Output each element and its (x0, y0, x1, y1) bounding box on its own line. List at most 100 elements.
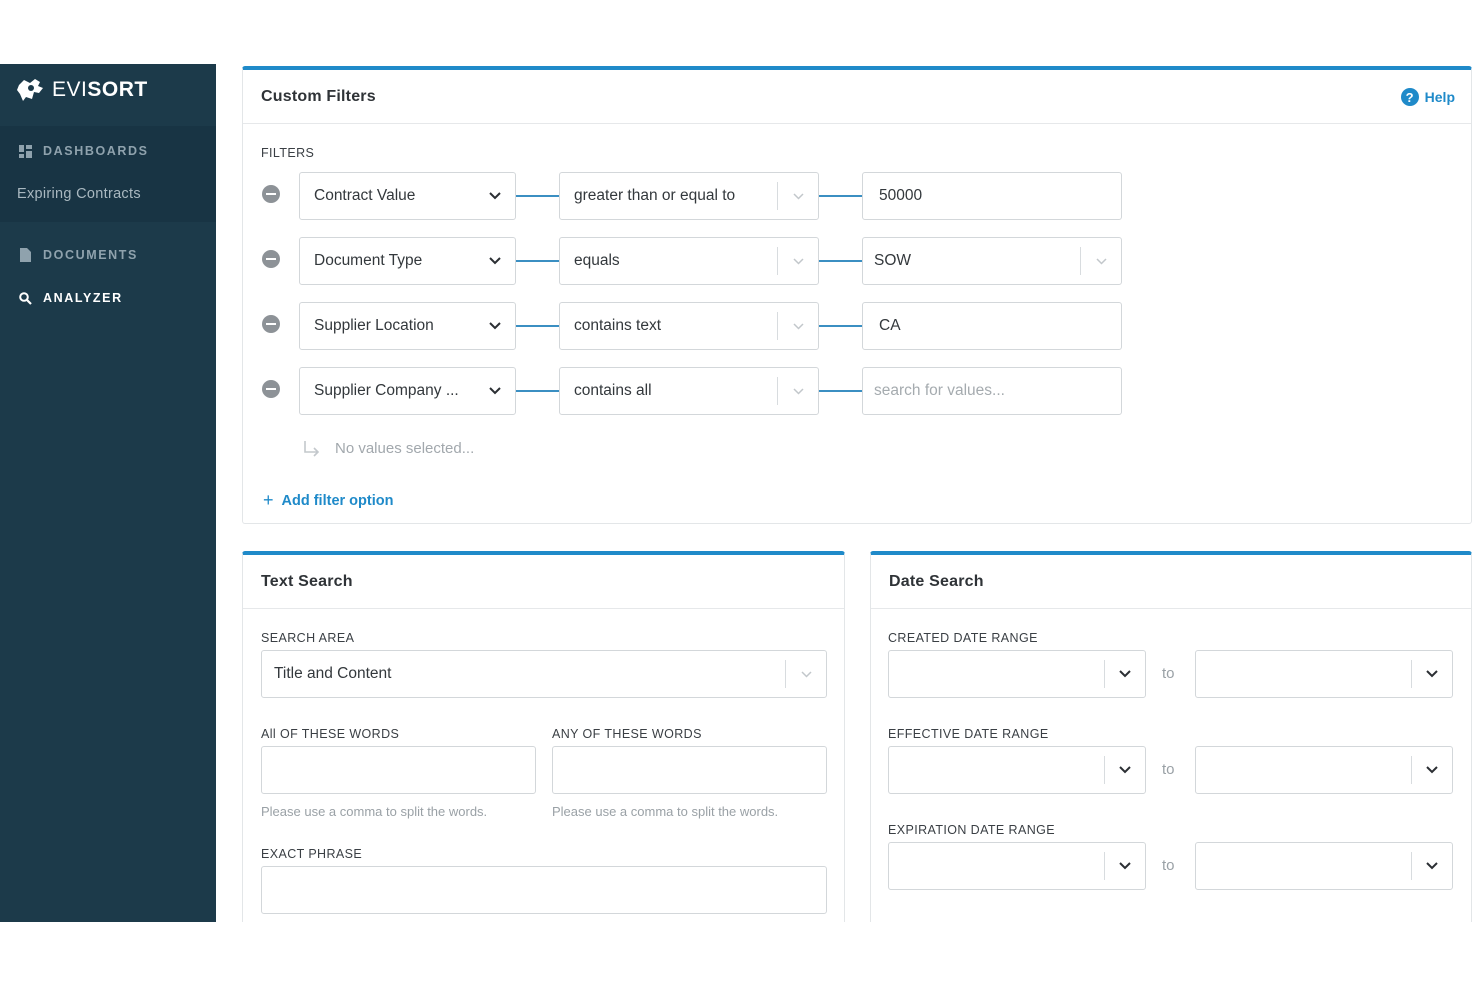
expiration-date-from-select[interactable] (888, 842, 1146, 890)
search-area-label: SEARCH AREA (261, 631, 355, 645)
document-icon (18, 248, 32, 262)
filter-operator-value: contains all (574, 382, 652, 399)
sidebar-item-expiring-contracts[interactable]: Expiring Contracts (17, 186, 141, 202)
filter-field-value: Contract Value (314, 187, 416, 204)
subdirectory-arrow-icon (303, 440, 321, 463)
help-icon: ? (1400, 88, 1419, 106)
any-words-input[interactable] (552, 746, 827, 794)
main-content: Custom Filters ? Help FILTERS Contract V… (216, 64, 1480, 922)
chevron-down-icon (475, 368, 515, 414)
text-search-title: Text Search (243, 555, 844, 609)
filter-value-text: CA (879, 317, 901, 334)
filter-connector (516, 260, 559, 262)
created-date-to-select[interactable] (1195, 650, 1453, 698)
search-icon (18, 291, 32, 305)
exact-phrase-input[interactable] (261, 866, 827, 914)
filter-field-value: Supplier Location (314, 317, 434, 334)
filter-value-select[interactable]: SOW (862, 237, 1122, 285)
filter-field-value: Document Type (314, 252, 423, 269)
filter-value-search-input[interactable]: search for values... (862, 367, 1122, 415)
filter-operator-value: contains text (574, 317, 662, 334)
filters-label: FILTERS (261, 146, 315, 160)
chevron-down-icon (475, 303, 515, 349)
all-words-hint: Please use a comma to split the words. (261, 804, 488, 819)
remove-filter-icon[interactable] (262, 250, 280, 268)
filter-value-input[interactable]: 50000 (862, 172, 1122, 220)
custom-filters-panel: Custom Filters ? Help FILTERS Contract V… (242, 66, 1472, 524)
chevron-down-icon (475, 173, 515, 219)
remove-filter-icon[interactable] (262, 185, 280, 203)
app-window: EVI SORT DASHBOARDS Expiring Contracts DO… (0, 64, 1480, 922)
filter-connector (819, 195, 862, 197)
filter-value-input[interactable]: CA (862, 302, 1122, 350)
help-link[interactable]: ? Help (1400, 88, 1455, 106)
dashboard-icon (18, 144, 32, 158)
filter-value-placeholder: search for values... (874, 382, 1005, 399)
created-date-from-select[interactable] (888, 650, 1146, 698)
brand-light: EVI (52, 78, 88, 101)
remove-filter-icon[interactable] (262, 315, 280, 333)
chevron-down-icon (778, 368, 818, 414)
filter-operator-select[interactable]: contains all (559, 367, 819, 415)
all-words-input[interactable] (261, 746, 536, 794)
effective-date-to-select[interactable] (1195, 746, 1453, 794)
plus-icon: + (263, 490, 274, 510)
date-search-panel: Date Search CREATED DATE RANGE to EFFECT… (870, 551, 1472, 922)
any-words-hint: Please use a comma to split the words. (552, 804, 779, 819)
exact-phrase-label: EXACT PHRASE (261, 847, 363, 861)
chevron-down-icon (1081, 238, 1121, 284)
effective-date-label: EFFECTIVE DATE RANGE (888, 727, 1049, 741)
evisort-logo[interactable]: EVI SORT (16, 70, 148, 110)
chevron-down-icon (1412, 747, 1452, 793)
filter-operator-value: equals (574, 252, 620, 269)
any-words-label: ANY OF THESE WORDS (552, 727, 702, 741)
all-words-label: All OF THESE WORDS (261, 727, 400, 741)
chevron-down-icon (786, 651, 826, 697)
sidebar: EVI SORT DASHBOARDS Expiring Contracts DO… (0, 64, 216, 922)
no-values-text: No values selected... (335, 440, 475, 457)
filter-connector (516, 195, 559, 197)
evisort-logo-icon (17, 79, 43, 101)
filter-value-text: SOW (874, 252, 912, 269)
expiration-date-to-select[interactable] (1195, 842, 1453, 890)
filter-operator-select[interactable]: greater than or equal to (559, 172, 819, 220)
remove-filter-icon[interactable] (262, 380, 280, 398)
filter-connector (819, 325, 862, 327)
filter-operator-select[interactable]: equals (559, 237, 819, 285)
filter-field-value: Supplier Company ... (314, 382, 459, 399)
brand-bold: SORT (87, 78, 148, 101)
effective-date-from-select[interactable] (888, 746, 1146, 794)
sidebar-item-documents[interactable]: DOCUMENTS (18, 248, 138, 262)
chevron-down-icon (1412, 843, 1452, 889)
filter-field-select[interactable]: Supplier Location (299, 302, 516, 350)
dashboards-group (0, 126, 216, 222)
filter-field-select[interactable]: Contract Value (299, 172, 516, 220)
filter-field-select[interactable]: Supplier Company ... (299, 367, 516, 415)
date-search-title: Date Search (871, 555, 1471, 609)
chevron-down-icon (1412, 651, 1452, 697)
custom-filters-title: Custom Filters (243, 70, 1471, 124)
sidebar-item-label: ANALYZER (43, 291, 123, 305)
search-area-select[interactable]: Title and Content (261, 650, 827, 698)
chevron-down-icon (1105, 843, 1145, 889)
filter-connector (516, 390, 559, 392)
filter-connector (819, 260, 862, 262)
filter-field-select[interactable]: Document Type (299, 237, 516, 285)
text-search-panel: Text Search SEARCH AREA Title and Conten… (242, 551, 845, 922)
sidebar-item-dashboards[interactable]: DASHBOARDS (18, 144, 149, 158)
sidebar-item-analyzer[interactable]: ANALYZER (18, 291, 123, 305)
chevron-down-icon (475, 238, 515, 284)
sidebar-item-label: DASHBOARDS (43, 144, 149, 158)
add-filter-button[interactable]: + Add filter option (263, 490, 393, 511)
filter-operator-value: greater than or equal to (574, 187, 736, 204)
to-label: to (1162, 665, 1175, 682)
filter-operator-select[interactable]: contains text (559, 302, 819, 350)
to-label: to (1162, 857, 1175, 874)
to-label: to (1162, 761, 1175, 778)
chevron-down-icon (778, 238, 818, 284)
add-filter-label: Add filter option (281, 492, 394, 509)
sidebar-item-label: DOCUMENTS (43, 248, 138, 262)
chevron-down-icon (778, 303, 818, 349)
filter-connector (516, 325, 559, 327)
expiration-date-label: EXPIRATION DATE RANGE (888, 823, 1055, 837)
